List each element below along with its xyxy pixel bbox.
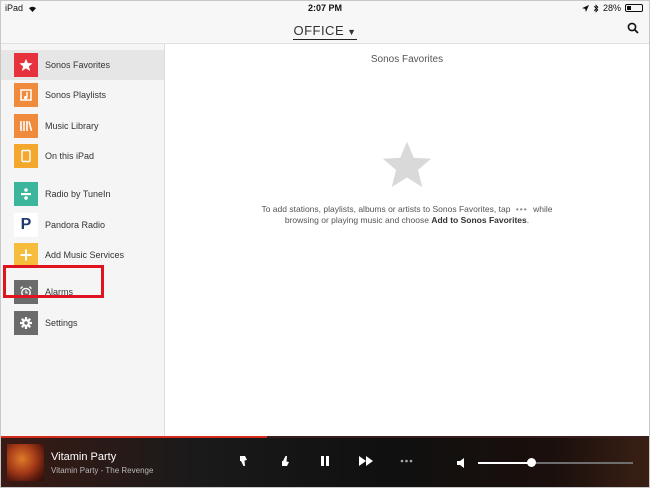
- status-bar: iPad 2:07 PM 28%: [1, 1, 649, 15]
- more-dots-icon: •••: [515, 204, 528, 214]
- room-selector[interactable]: OFFICE ▼: [293, 23, 357, 40]
- empty-msg-period: .: [526, 215, 530, 225]
- caret-down-icon: ▼: [347, 27, 357, 37]
- sidebar-item-sonos-playlists[interactable]: Sonos Playlists: [1, 80, 164, 110]
- sidebar-item-on-this-ipad[interactable]: On this iPad: [1, 141, 164, 171]
- highlight-box: [3, 265, 104, 298]
- sidebar-item-pandora-radio[interactable]: P Pandora Radio: [1, 210, 164, 240]
- skip-forward-icon[interactable]: [358, 455, 374, 467]
- track-title: Vitamin Party: [51, 451, 117, 463]
- app-window: iPad 2:07 PM 28% OFFICE ▼ Sonos Favorite…: [0, 0, 650, 488]
- empty-msg-line1: To add stations, playlists, albums or ar…: [261, 204, 511, 214]
- empty-msg-action: Add to Sonos Favorites: [431, 215, 527, 225]
- ipad-icon: [14, 144, 38, 168]
- sidebar-item-sonos-favorites[interactable]: Sonos Favorites: [1, 50, 164, 80]
- volume-slider-knob[interactable]: [527, 458, 536, 467]
- sidebar-item-label: On this iPad: [45, 151, 95, 161]
- sidebar-item-label: Settings: [45, 318, 78, 328]
- battery-percent: 28%: [602, 3, 621, 13]
- sidebar-item-label: Sonos Favorites: [45, 60, 111, 70]
- battery-icon: [625, 4, 643, 12]
- sidebar: Sonos Favorites Sonos Playlists Music Li…: [1, 44, 165, 436]
- volume-slider-fill: [478, 462, 531, 464]
- status-time: 2:07 PM: [307, 3, 342, 13]
- gear-icon: [14, 311, 38, 335]
- volume-slider[interactable]: [478, 458, 633, 467]
- pause-icon[interactable]: [320, 455, 330, 467]
- room-selector-wrap: OFFICE ▼: [1, 22, 649, 40]
- thumbs-down-icon[interactable]: [239, 455, 249, 467]
- pandora-icon: P: [14, 213, 38, 237]
- status-right: 28%: [581, 3, 643, 13]
- main-content: Sonos Favorites To add stations, playlis…: [165, 44, 649, 436]
- library-icon: [14, 114, 38, 138]
- room-name: OFFICE: [293, 23, 345, 38]
- sidebar-item-label: Radio by TuneIn: [45, 189, 111, 199]
- sidebar-item-music-library[interactable]: Music Library: [1, 111, 164, 141]
- bluetooth-icon: [593, 3, 599, 13]
- empty-star-icon: [382, 141, 432, 188]
- playlist-icon: [14, 83, 38, 107]
- star-icon: [14, 53, 38, 77]
- sidebar-item-label: Add Music Services: [45, 250, 125, 260]
- sidebar-item-label: Sonos Playlists: [45, 90, 107, 100]
- thumbs-up-icon[interactable]: [281, 455, 291, 467]
- location-icon: [581, 4, 589, 12]
- sidebar-item-label: Music Library: [45, 121, 99, 131]
- sidebar-item-label: Pandora Radio: [45, 220, 106, 230]
- sidebar-item-settings[interactable]: Settings: [1, 308, 164, 338]
- page-title: Sonos Favorites: [370, 54, 444, 65]
- plus-icon: [14, 243, 38, 267]
- empty-msg-line2: browsing or playing music and choose: [284, 215, 429, 225]
- search-icon[interactable]: [627, 22, 639, 34]
- top-nav: OFFICE ▼: [1, 15, 649, 44]
- tunein-icon: [14, 182, 38, 206]
- more-options-icon[interactable]: [400, 459, 413, 463]
- empty-state-message: To add stations, playlists, albums or ar…: [165, 204, 649, 226]
- now-playing-bar: Vitamin Party Vitamin Party - The Reveng…: [1, 438, 649, 487]
- empty-msg-line1-end: while: [533, 204, 553, 214]
- album-art[interactable]: [7, 444, 44, 481]
- volume-icon[interactable]: [456, 457, 466, 469]
- battery-level: [627, 6, 631, 10]
- sidebar-item-radio-by-tunein[interactable]: Radio by TuneIn: [1, 179, 164, 209]
- track-subtitle: Vitamin Party - The Revenge: [51, 466, 154, 475]
